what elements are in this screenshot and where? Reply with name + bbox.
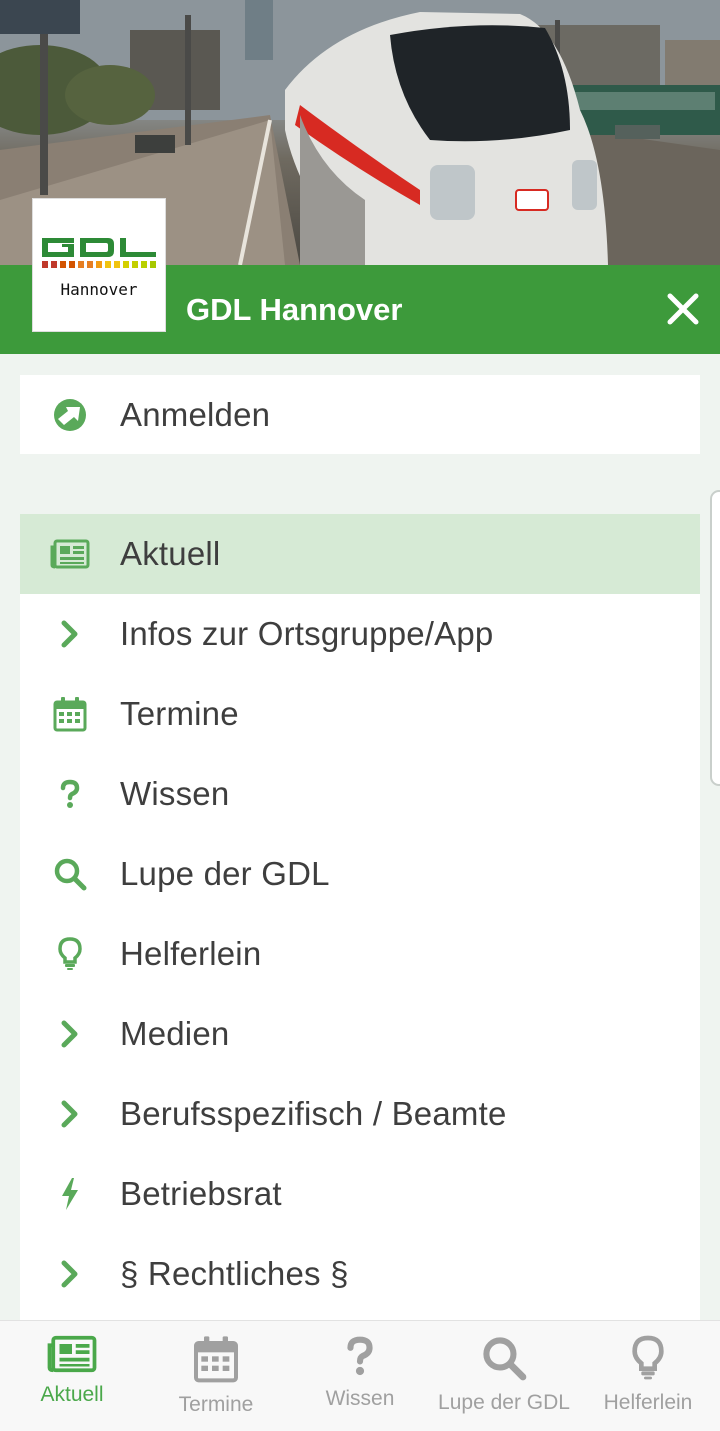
tab-label: Aktuell [40, 1383, 104, 1406]
menu-item-lupe[interactable]: Lupe der GDL [20, 834, 700, 914]
gdl-logo-mark [42, 237, 156, 268]
login-item[interactable]: Anmelden [20, 375, 700, 454]
login-icon [20, 397, 120, 433]
chevron-right-icon [20, 1019, 120, 1049]
menu-item-termine[interactable]: Termine [20, 674, 700, 754]
menu-item-label: § Rechtliches § [120, 1255, 349, 1292]
gdl-logo: Hannover [32, 198, 166, 332]
search-icon [20, 857, 120, 891]
tab-lupe[interactable]: Lupe der GDL [432, 1321, 576, 1431]
bolt-icon [20, 1177, 120, 1211]
app-title: GDL Hannover [186, 292, 403, 327]
nav-menu: Aktuell Infos zur Ortsgruppe/App Termine [20, 514, 700, 1320]
tab-label: Termine [178, 1393, 254, 1416]
newspaper-icon [20, 539, 120, 569]
bottom-nav: Aktuell Termine Wissen Lupe der GDL Helf… [0, 1320, 720, 1431]
menu-item-label: Betriebsrat [120, 1175, 282, 1212]
tab-termine[interactable]: Termine [144, 1321, 288, 1431]
tab-aktuell[interactable]: Aktuell [0, 1321, 144, 1431]
menu-item-betriebsrat[interactable]: Betriebsrat [20, 1154, 700, 1234]
lightbulb-icon [20, 937, 120, 971]
tab-label: Helferlein [603, 1391, 693, 1414]
menu-item-helferlein[interactable]: Helferlein [20, 914, 700, 994]
calendar-icon [20, 696, 120, 732]
question-icon [20, 779, 120, 809]
scrollbar[interactable] [710, 490, 720, 786]
login-label: Anmelden [120, 395, 271, 433]
menu-item-berufsspezifisch[interactable]: Berufsspezifisch / Beamte [20, 1074, 700, 1154]
chevron-right-icon [20, 619, 120, 649]
menu-item-infos[interactable]: Infos zur Ortsgruppe/App [20, 594, 700, 674]
menu-item-label: Medien [120, 1015, 230, 1052]
question-icon [347, 1336, 373, 1376]
tab-label: Wissen [325, 1387, 395, 1410]
tab-wissen[interactable]: Wissen [288, 1321, 432, 1431]
lightbulb-icon [632, 1335, 664, 1380]
chevron-right-icon [20, 1099, 120, 1129]
menu-item-medien[interactable]: Medien [20, 994, 700, 1074]
menu-item-label: Infos zur Ortsgruppe/App [120, 615, 494, 652]
calendar-icon [194, 1336, 238, 1383]
menu-item-label: Helferlein [120, 935, 262, 972]
close-icon[interactable] [660, 286, 706, 332]
logo-subtitle: Hannover [60, 279, 138, 299]
menu-item-aktuell[interactable]: Aktuell [20, 514, 700, 594]
newspaper-icon [47, 1335, 97, 1373]
menu-item-rechtliches[interactable]: § Rechtliches § [20, 1234, 700, 1314]
menu-item-wissen[interactable]: Wissen [20, 754, 700, 834]
chevron-right-icon [20, 1259, 120, 1289]
menu-item-label: Berufsspezifisch / Beamte [120, 1095, 507, 1132]
menu-item-label: Aktuell [120, 535, 221, 572]
menu-item-label: Lupe der GDL [120, 855, 330, 892]
tab-helferlein[interactable]: Helferlein [576, 1321, 720, 1431]
menu-item-label: Wissen [120, 775, 230, 812]
tab-label: Lupe der GDL [438, 1391, 570, 1414]
search-icon [483, 1337, 527, 1381]
menu-item-label: Termine [120, 695, 239, 732]
